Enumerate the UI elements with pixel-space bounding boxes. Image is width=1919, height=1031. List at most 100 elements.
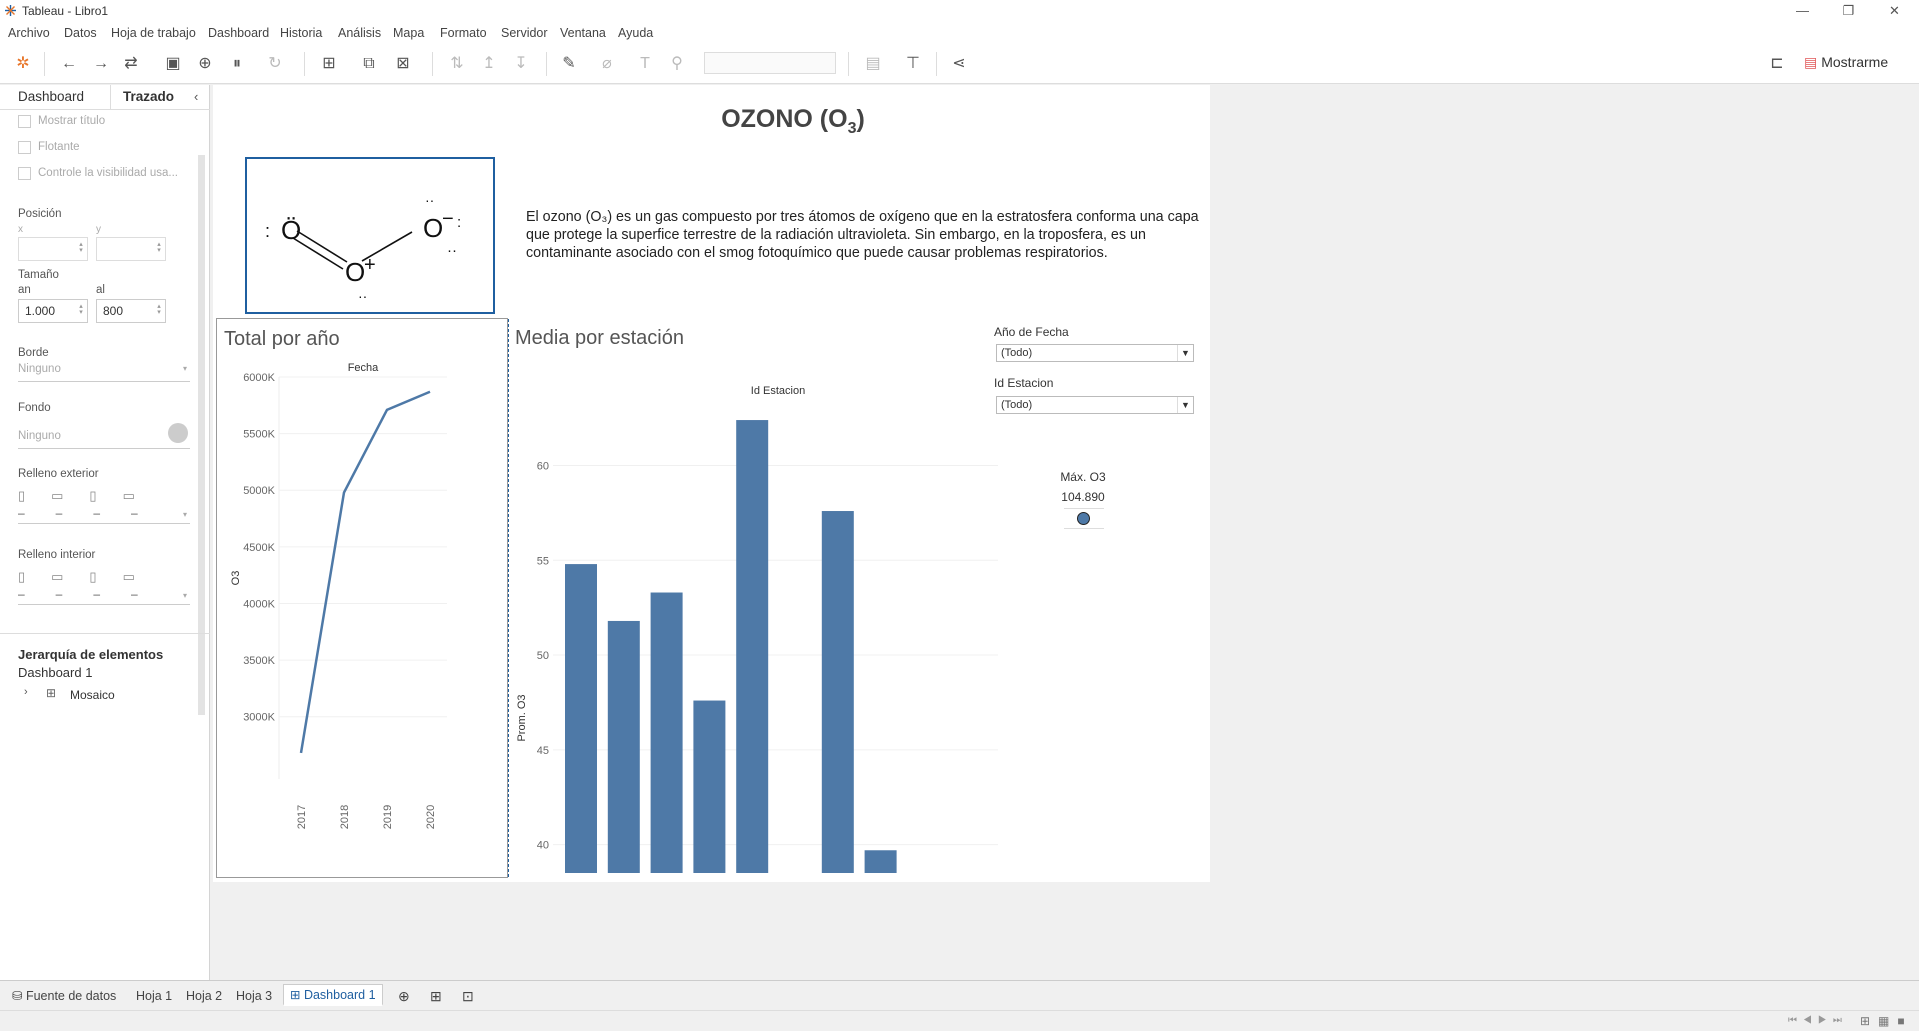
hierarchy-child[interactable]: Mosaico	[70, 688, 115, 702]
bar-chart[interactable]: Id Estacion4045505560Prom. O312345678910	[511, 358, 1001, 878]
device-preview-icon[interactable]: ⊏	[1766, 53, 1788, 75]
sheet-total-por-ano[interactable]: Total por año Fecha 3000K 3500K 4000K 4500K 5…	[216, 318, 509, 878]
menu-hoja-de-trabajo[interactable]: Hoja de trabajo	[111, 26, 196, 40]
new-story-tab-icon[interactable]: ⊡	[456, 986, 480, 1008]
inner-padding-dropdown-icon[interactable]: ▾	[183, 591, 187, 600]
filter-year-dropdown[interactable]: (Todo) ▼	[996, 344, 1194, 362]
toolbar: ✲ ← → ⇄ ▣ ⊕ ⏸ ↻ ⊞ ⧉ ⊠ ⇅ ↥ ↧ ✎ ⌀ T ⚲ ▤ ⊤ …	[0, 44, 1919, 84]
show-cards-icon[interactable]: ▤	[862, 53, 884, 75]
inner-padding-icons[interactable]: ▯▭▯▭	[18, 569, 161, 585]
sort-ascending-icon[interactable]: ↥	[478, 53, 500, 75]
group-members-icon[interactable]: ⌀	[596, 53, 618, 75]
save-icon[interactable]: ▣	[162, 53, 184, 75]
expand-chevron-icon[interactable]: ›	[24, 686, 28, 698]
checkbox-visibility[interactable]	[18, 167, 31, 180]
menu-dashboard[interactable]: Dashboard	[208, 26, 269, 40]
inner-padding-label: Relleno interior	[18, 549, 96, 561]
bar-chart-y-label: Prom. O3	[516, 694, 528, 741]
show-me-button[interactable]: ▤ Mostrarme	[1804, 54, 1888, 71]
close-button[interactable]: ✕	[1872, 1, 1917, 21]
maximize-button[interactable]: ❐	[1826, 1, 1871, 21]
toolbar-separator	[936, 52, 937, 76]
bar-chart-bar	[864, 850, 897, 873]
bar-chart-y-tick: 50	[537, 650, 549, 662]
undo-icon[interactable]: ←	[58, 53, 80, 75]
redo-icon[interactable]: →	[90, 53, 112, 75]
filter-station-dropdown[interactable]: (Todo) ▼	[996, 396, 1194, 414]
fit-dropdown[interactable]	[704, 52, 836, 74]
left-panel: Dashboard Trazado ‹ Mostrar título Flota…	[0, 85, 210, 980]
page-title: OZONO (O3)	[721, 105, 865, 137]
menu-ayuda[interactable]: Ayuda	[618, 26, 653, 40]
tab-hoja-2[interactable]: Hoja 2	[180, 986, 228, 1008]
menu-mapa[interactable]: Mapa	[393, 26, 424, 40]
tableau-logo-icon	[5, 5, 16, 16]
background-color-swatch[interactable]	[168, 423, 188, 443]
pause-updates-icon[interactable]: ⏸	[226, 53, 248, 75]
new-data-source-icon[interactable]: ⊕	[194, 53, 216, 75]
bar-chart-y-tick: 45	[537, 745, 549, 757]
panel-scrollbar[interactable]	[198, 155, 205, 715]
menu-datos[interactable]: Datos	[64, 26, 97, 40]
background-select[interactable]: Ninguno	[18, 430, 61, 442]
menu-formato[interactable]: Formato	[440, 26, 487, 40]
tab-trazado[interactable]: Trazado	[110, 85, 206, 109]
line-chart[interactable]: Fecha 3000K 3500K 4000K 4500K 5000K 5500K 6000K…	[217, 359, 507, 877]
tab-hoja-3[interactable]: Hoja 3	[230, 986, 278, 1008]
clear-sheet-icon[interactable]: ⊠	[392, 53, 414, 75]
new-dashboard-tab-icon[interactable]: ⊞	[424, 986, 448, 1008]
sort-descending-icon[interactable]: ↧	[510, 53, 532, 75]
new-worksheet-icon[interactable]: ⊞	[318, 53, 340, 75]
border-label: Borde	[18, 347, 49, 359]
border-dropdown-icon[interactable]: ▾	[183, 364, 187, 373]
menu-servidor[interactable]: Servidor	[501, 26, 548, 40]
svg-text:··: ··	[447, 242, 457, 259]
tab-navigation-icons[interactable]: ⏮◀▶⏭	[1788, 1015, 1848, 1026]
refresh-icon[interactable]: ↻	[264, 53, 286, 75]
svg-text::: :	[265, 221, 270, 241]
tableau-home-icon[interactable]: ✲	[12, 53, 34, 75]
view-mode-icons[interactable]: ⊞▦■	[1860, 1014, 1913, 1028]
checkbox-show-title[interactable]	[18, 115, 31, 128]
new-worksheet-tab-icon[interactable]: ⊕	[392, 986, 416, 1008]
bar-chart-bar	[693, 700, 726, 873]
line-chart-y-tick: 4500K	[243, 542, 275, 554]
x-position-input[interactable]	[18, 237, 88, 261]
collapse-panel-icon[interactable]: ‹	[194, 89, 198, 104]
menu-historia[interactable]: Historia	[280, 26, 322, 40]
tab-dashboard[interactable]: Dashboard	[18, 85, 84, 109]
hierarchy-root[interactable]: Dashboard 1	[18, 665, 92, 680]
swap-rows-columns-icon[interactable]: ⇅	[446, 53, 468, 75]
chevron-down-icon[interactable]: ▼	[1177, 397, 1193, 413]
max-o3-mark[interactable]	[1077, 512, 1090, 525]
height-input[interactable]: 800	[96, 299, 166, 323]
left-oxygen-atom: Ö	[281, 215, 301, 245]
tab-hoja-1[interactable]: Hoja 1	[130, 986, 178, 1008]
fix-axes-icon[interactable]: ⚲	[666, 53, 688, 75]
presentation-mode-icon[interactable]: ⊤	[902, 53, 924, 75]
bar-chart-bar	[821, 511, 854, 873]
width-input[interactable]: 1.000	[18, 299, 88, 323]
show-mark-labels-icon[interactable]: T	[634, 53, 656, 75]
ozone-molecule-image[interactable]: Ö : O + ·· O − ·· : ··	[245, 157, 495, 314]
replay-icon[interactable]: ⇄	[120, 53, 142, 75]
menu-analisis[interactable]: Análisis	[338, 26, 381, 40]
tab-dashboard-1[interactable]: ⊞ Dashboard 1	[283, 984, 383, 1006]
outer-padding-values[interactable]: ––––	[18, 506, 169, 520]
highlight-icon[interactable]: ✎	[558, 53, 580, 75]
menu-ventana[interactable]: Ventana	[560, 26, 606, 40]
menu-archivo[interactable]: Archivo	[8, 26, 50, 40]
tab-data-source[interactable]: ⛁ Fuente de datos	[6, 986, 122, 1008]
outer-padding-dropdown-icon[interactable]: ▾	[183, 510, 187, 519]
y-label: y	[96, 224, 101, 235]
chevron-down-icon[interactable]: ▼	[1177, 345, 1193, 361]
share-icon[interactable]: ⋖	[948, 53, 970, 75]
duplicate-sheet-icon[interactable]: ⧉	[358, 53, 380, 75]
minimize-button[interactable]: —	[1780, 1, 1825, 21]
outer-padding-icons[interactable]: ▯▭▯▭	[18, 488, 161, 504]
sheet1-drag-border[interactable]	[507, 319, 509, 877]
border-select[interactable]: Ninguno	[18, 363, 61, 375]
y-position-input[interactable]	[96, 237, 166, 261]
checkbox-floating[interactable]	[18, 141, 31, 154]
inner-padding-values[interactable]: ––––	[18, 587, 169, 601]
